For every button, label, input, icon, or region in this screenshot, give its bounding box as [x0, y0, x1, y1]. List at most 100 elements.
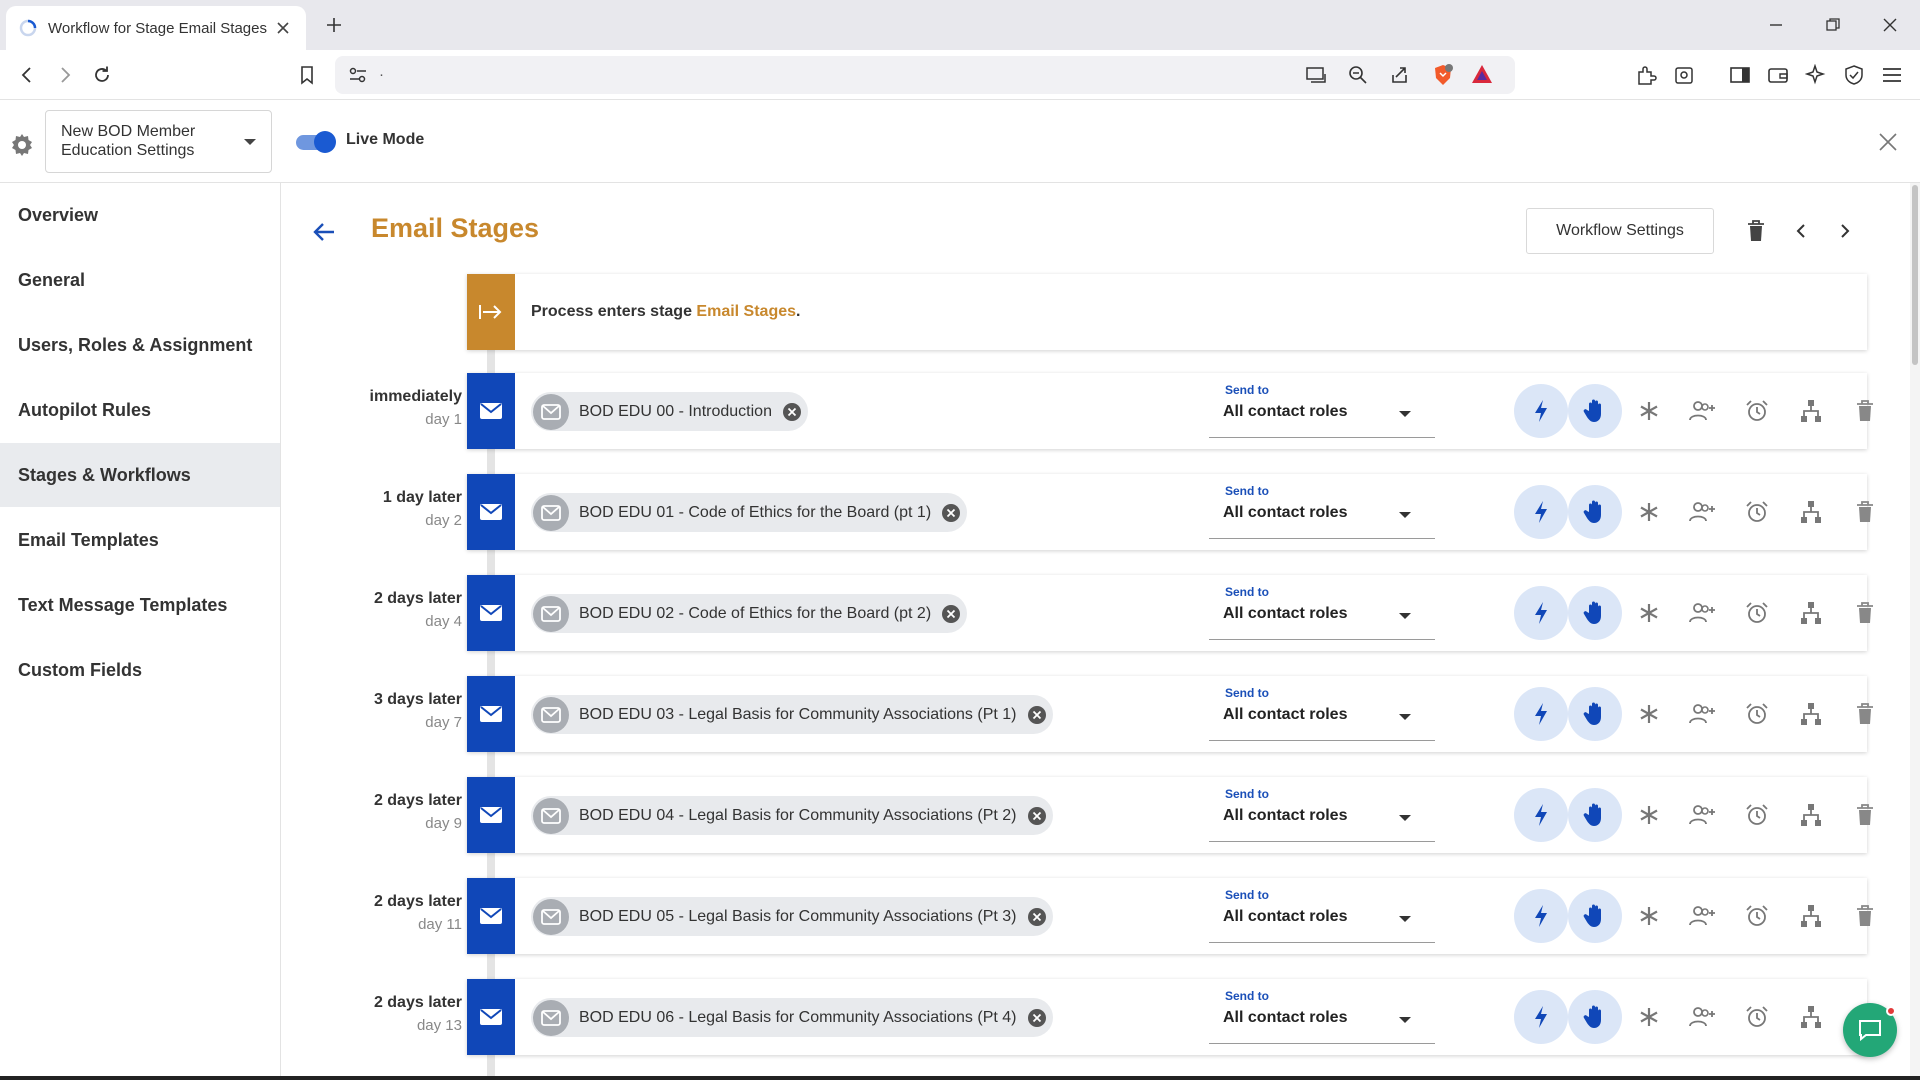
- brave-rewards-icon[interactable]: [1471, 64, 1493, 89]
- back-icon[interactable]: [14, 62, 40, 88]
- email-template-chip[interactable]: BOD EDU 03 - Legal Basis for Community A…: [531, 695, 1053, 734]
- share-icon[interactable]: [1390, 65, 1410, 90]
- send-to-select[interactable]: Send to All contact roles: [1209, 888, 1435, 943]
- address-bar[interactable]: ·: [335, 56, 1515, 94]
- lightning-icon[interactable]: [1514, 384, 1568, 438]
- trash-icon[interactable]: [1838, 384, 1892, 438]
- scrollbar-thumb[interactable]: [1912, 185, 1918, 365]
- screenshot-icon[interactable]: [1671, 62, 1697, 88]
- trash-icon[interactable]: [1838, 889, 1892, 943]
- hierarchy-icon[interactable]: [1784, 586, 1838, 640]
- hierarchy-icon[interactable]: [1784, 889, 1838, 943]
- workflow-settings-button[interactable]: Workflow Settings: [1526, 208, 1714, 254]
- asterisk-icon[interactable]: [1622, 687, 1676, 741]
- close-window-icon[interactable]: [1877, 12, 1903, 38]
- email-template-chip[interactable]: BOD EDU 00 - Introduction: [531, 392, 808, 431]
- back-arrow-icon[interactable]: [310, 218, 338, 246]
- zoom-icon[interactable]: [1348, 65, 1368, 90]
- asterisk-icon[interactable]: [1622, 889, 1676, 943]
- add-person-icon[interactable]: [1676, 485, 1730, 539]
- hand-icon[interactable]: [1568, 788, 1622, 842]
- hierarchy-icon[interactable]: [1784, 788, 1838, 842]
- hand-icon[interactable]: [1568, 889, 1622, 943]
- chevron-right-icon[interactable]: [1831, 217, 1859, 245]
- asterisk-icon[interactable]: [1622, 990, 1676, 1044]
- sidebar-item-general[interactable]: General: [0, 248, 280, 312]
- alarm-clock-icon[interactable]: [1730, 889, 1784, 943]
- lightning-icon[interactable]: [1514, 485, 1568, 539]
- send-to-select[interactable]: Send to All contact roles: [1209, 686, 1435, 741]
- add-person-icon[interactable]: [1676, 687, 1730, 741]
- lightning-icon[interactable]: [1514, 788, 1568, 842]
- email-template-chip[interactable]: BOD EDU 05 - Legal Basis for Community A…: [531, 897, 1053, 936]
- sidebar-item-users-roles[interactable]: Users, Roles & Assignment: [0, 313, 280, 377]
- minimize-icon[interactable]: [1763, 12, 1789, 38]
- extensions-icon[interactable]: [1633, 62, 1659, 88]
- add-person-icon[interactable]: [1676, 788, 1730, 842]
- site-settings-icon[interactable]: [349, 67, 367, 88]
- sidebar-toggle-icon[interactable]: [1727, 62, 1753, 88]
- email-template-chip[interactable]: BOD EDU 01 - Code of Ethics for the Boar…: [531, 493, 968, 532]
- asterisk-icon[interactable]: [1622, 586, 1676, 640]
- scrollbar[interactable]: [1910, 183, 1920, 1080]
- gear-icon[interactable]: [10, 133, 34, 157]
- hierarchy-icon[interactable]: [1784, 990, 1838, 1044]
- sidebar-item-text-message-templates[interactable]: Text Message Templates: [0, 573, 280, 637]
- email-template-chip[interactable]: BOD EDU 06 - Legal Basis for Community A…: [531, 998, 1053, 1037]
- email-template-chip[interactable]: BOD EDU 02 - Code of Ethics for the Boar…: [531, 594, 968, 633]
- asterisk-icon[interactable]: [1622, 788, 1676, 842]
- trash-icon[interactable]: [1838, 788, 1892, 842]
- sidebar-item-custom-fields[interactable]: Custom Fields: [0, 638, 280, 702]
- send-to-select[interactable]: Send to All contact roles: [1209, 585, 1435, 640]
- sidebar-item-stages-workflows[interactable]: Stages & Workflows: [0, 443, 280, 507]
- workflow-select[interactable]: New BOD Member Education Settings: [45, 110, 272, 173]
- chevron-left-icon[interactable]: [1787, 217, 1815, 245]
- live-mode-toggle[interactable]: [294, 130, 337, 154]
- alarm-clock-icon[interactable]: [1730, 788, 1784, 842]
- chat-button[interactable]: [1843, 1003, 1897, 1057]
- send-to-select[interactable]: Send to All contact roles: [1209, 383, 1435, 438]
- remove-template-icon[interactable]: [782, 402, 802, 422]
- send-to-select[interactable]: Send to All contact roles: [1209, 787, 1435, 842]
- new-tab-icon[interactable]: [322, 13, 346, 37]
- vpn-shield-icon[interactable]: [1841, 62, 1867, 88]
- trash-icon[interactable]: [1838, 586, 1892, 640]
- remove-template-icon[interactable]: [1027, 1008, 1047, 1028]
- close-tab-icon[interactable]: [272, 17, 294, 39]
- brave-shields-icon[interactable]: [1431, 63, 1455, 92]
- hand-icon[interactable]: [1568, 990, 1622, 1044]
- lightning-icon[interactable]: [1514, 586, 1568, 640]
- alarm-clock-icon[interactable]: [1730, 485, 1784, 539]
- remove-template-icon[interactable]: [1027, 705, 1047, 725]
- send-to-select[interactable]: Send to All contact roles: [1209, 989, 1435, 1044]
- alarm-clock-icon[interactable]: [1730, 384, 1784, 438]
- sidebar-item-autopilot-rules[interactable]: Autopilot Rules: [0, 378, 280, 442]
- hand-icon[interactable]: [1568, 485, 1622, 539]
- restore-icon[interactable]: [1820, 12, 1846, 38]
- alarm-clock-icon[interactable]: [1730, 586, 1784, 640]
- add-person-icon[interactable]: [1676, 889, 1730, 943]
- lightning-icon[interactable]: [1514, 990, 1568, 1044]
- sidebar-item-overview[interactable]: Overview: [0, 183, 280, 247]
- trash-icon[interactable]: [1838, 687, 1892, 741]
- hierarchy-icon[interactable]: [1784, 687, 1838, 741]
- hand-icon[interactable]: [1568, 384, 1622, 438]
- lightning-icon[interactable]: [1514, 889, 1568, 943]
- add-person-icon[interactable]: [1676, 586, 1730, 640]
- remove-template-icon[interactable]: [1027, 806, 1047, 826]
- leo-ai-icon[interactable]: [1803, 62, 1829, 88]
- wallet-icon[interactable]: [1765, 62, 1791, 88]
- bookmark-icon[interactable]: [294, 62, 320, 88]
- send-to-select[interactable]: Send to All contact roles: [1209, 484, 1435, 539]
- menu-icon[interactable]: [1879, 62, 1905, 88]
- hierarchy-icon[interactable]: [1784, 485, 1838, 539]
- delete-workflow-icon[interactable]: [1742, 217, 1770, 245]
- reload-icon[interactable]: [89, 62, 115, 88]
- hand-icon[interactable]: [1568, 586, 1622, 640]
- browser-tab[interactable]: Workflow for Stage Email Stages: [6, 6, 306, 50]
- hand-icon[interactable]: [1568, 687, 1622, 741]
- sidebar-item-email-templates[interactable]: Email Templates: [0, 508, 280, 572]
- asterisk-icon[interactable]: [1622, 485, 1676, 539]
- lightning-icon[interactable]: [1514, 687, 1568, 741]
- alarm-clock-icon[interactable]: [1730, 687, 1784, 741]
